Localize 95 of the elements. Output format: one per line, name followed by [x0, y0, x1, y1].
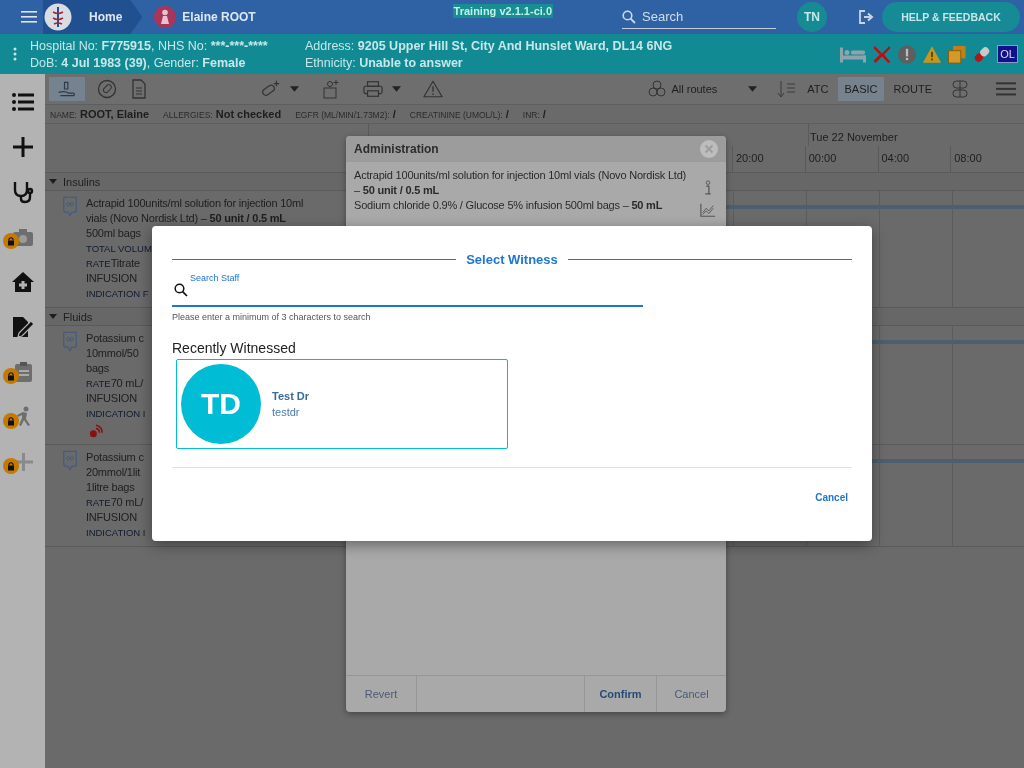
group-name: Fluids — [63, 310, 93, 323]
patient-detail: Hospital No: F775915, NHS No: ***-***-**** — [30, 38, 269, 53]
view-mode-tab[interactable]: ATC — [801, 77, 835, 101]
view-mode-tab[interactable]: ROUTE — [887, 77, 938, 101]
search-hint: Please enter a minimum of 3 characters to search — [172, 312, 371, 322]
time-label: 20:00 — [732, 146, 805, 172]
search-icon — [622, 9, 636, 24]
document-edit-icon[interactable] — [10, 315, 35, 339]
user-avatar[interactable]: TN — [797, 2, 827, 32]
drug-detail: bags — [86, 361, 110, 376]
panel-button[interactable]: Revert — [346, 676, 416, 712]
time-label: 04:00 — [877, 146, 951, 172]
hand-icon — [57, 79, 77, 99]
infusion-bag-icon — [62, 450, 78, 472]
drug-detail: RATETitrate — [86, 256, 140, 271]
patient-name[interactable]: Elaine ROOT — [182, 10, 256, 24]
view-mode-tab[interactable]: BASIC — [838, 77, 884, 101]
drug-detail: Potassium c — [86, 450, 144, 465]
staff-avatar: TD — [181, 364, 261, 444]
drug-detail: INFUSION — [86, 510, 137, 525]
chart-icon[interactable] — [700, 202, 716, 218]
warning-icon[interactable] — [423, 79, 443, 99]
person-icon — [154, 6, 177, 28]
drug-detail: RATE70 mL/ — [86, 495, 144, 510]
drug-detail: INFUSION — [86, 391, 137, 406]
medication-text: Sodium chloride 0.9% / Glucose 5% infusion 500ml bags – 50 mL — [354, 198, 664, 213]
drug-detail: 10mmol/50 — [86, 346, 139, 361]
panel-button[interactable]: Cancel — [656, 676, 726, 712]
infusion-bag-icon — [62, 196, 78, 218]
printer-icon[interactable] — [363, 79, 383, 99]
drug-detail: 1litre bags — [86, 480, 135, 495]
home-link[interactable]: Home — [89, 10, 123, 24]
info-field: INR: / — [522, 108, 546, 120]
sort-icon[interactable] — [777, 79, 798, 99]
caret-icon[interactable] — [49, 314, 57, 319]
exclamation-icon[interactable] — [897, 44, 918, 64]
infusion-bag-icon — [62, 331, 78, 353]
patient-detail: Ethnicity: Unable to answer — [305, 55, 464, 70]
list-icon[interactable] — [10, 90, 35, 114]
logout-icon[interactable] — [858, 9, 876, 25]
menu-icon[interactable] — [21, 11, 37, 23]
plus-icon[interactable] — [10, 135, 35, 159]
info-field: NAME: ROOT, Elaine — [50, 108, 150, 120]
routes-icon — [647, 79, 668, 99]
day-label: Tue 22 November — [808, 124, 898, 146]
route-filter[interactable]: All routes — [671, 83, 718, 95]
warning-icon[interactable] — [922, 44, 943, 64]
status-badge[interactable]: OL — [997, 45, 1018, 63]
info-field: EGFR (ML/MIN/1.73M2): / — [295, 108, 396, 120]
help-feedback-button[interactable]: HELP & FEEDBACK — [882, 2, 1020, 32]
info-field: ALLERGIES: Not checked — [163, 108, 282, 120]
group-name: Insulins — [63, 175, 101, 188]
drug-detail: Potassium c — [86, 331, 144, 346]
time-label: 08:00 — [950, 146, 1023, 172]
section-heading: Recently Witnessed — [172, 340, 296, 356]
drug-detail: 20mmol/1lit — [86, 465, 141, 480]
dialog-title: Select Witness — [466, 252, 558, 267]
drug-detail: vials (Novo Nordisk Ltd) – 50 unit / 0.5 mL — [86, 211, 286, 226]
caret-icon[interactable] — [290, 86, 299, 92]
caret-icon[interactable] — [748, 86, 758, 92]
drug-detail: Actrapid 100units/ml solution for injection 10ml — [86, 196, 304, 211]
copies-icon[interactable] — [947, 44, 968, 64]
drug-detail: TOTAL VOLUM — [86, 242, 152, 256]
cross-icon[interactable] — [872, 44, 893, 64]
medication-text: Actrapid 100units/ml solution for injection 10ml vials (Novo Nordisk Ltd) – 50 unit / 0.5 mL — [354, 168, 688, 198]
patient-detail: Address: 9205 Upper Hill St, City And Hunslet Ward, DL14 6NG — [305, 38, 673, 53]
staff-card[interactable]: TD Test Dr testdr — [176, 359, 508, 449]
add-pill-icon[interactable] — [261, 79, 281, 99]
drug-detail: INDICATION F — [86, 287, 149, 301]
drug-detail: RATE70 mL/ — [86, 376, 144, 391]
search-field[interactable]: Search Staff — [172, 269, 643, 307]
cancel-button[interactable]: Cancel — [815, 492, 848, 503]
drug-detail: INFUSION — [86, 271, 137, 286]
more-icon[interactable] — [13, 47, 17, 61]
clipboard-icon[interactable] — [0, 360, 35, 384]
patient-detail: DoB: 4 Jul 1983 (39), Gender: Female — [30, 55, 247, 70]
no-pill-icon[interactable] — [97, 79, 117, 99]
caret-icon[interactable] — [49, 179, 57, 184]
document-icon[interactable] — [129, 79, 149, 99]
panel-button[interactable]: Confirm — [584, 676, 656, 712]
panel-title: Administration — [354, 142, 439, 156]
search-icon — [174, 283, 188, 297]
prescription-icon[interactable] — [321, 79, 341, 99]
house-icon[interactable] — [10, 270, 35, 294]
time-label: 00:00 — [804, 146, 878, 172]
caret-icon[interactable] — [392, 86, 401, 92]
plus-icon[interactable] — [0, 450, 35, 474]
staff-username: testdr — [272, 406, 300, 418]
drug-detail: 500ml bags — [86, 226, 141, 241]
staff-name: Test Dr — [272, 390, 310, 402]
search-field[interactable]: Search — [640, 8, 764, 25]
environment-label: Training v2.1.1-ci.0 — [452, 4, 553, 18]
info-field: CREATININE (UMOL/L): / — [409, 108, 509, 120]
pills-icon[interactable] — [950, 79, 970, 99]
administer-tool[interactable] — [49, 77, 85, 101]
